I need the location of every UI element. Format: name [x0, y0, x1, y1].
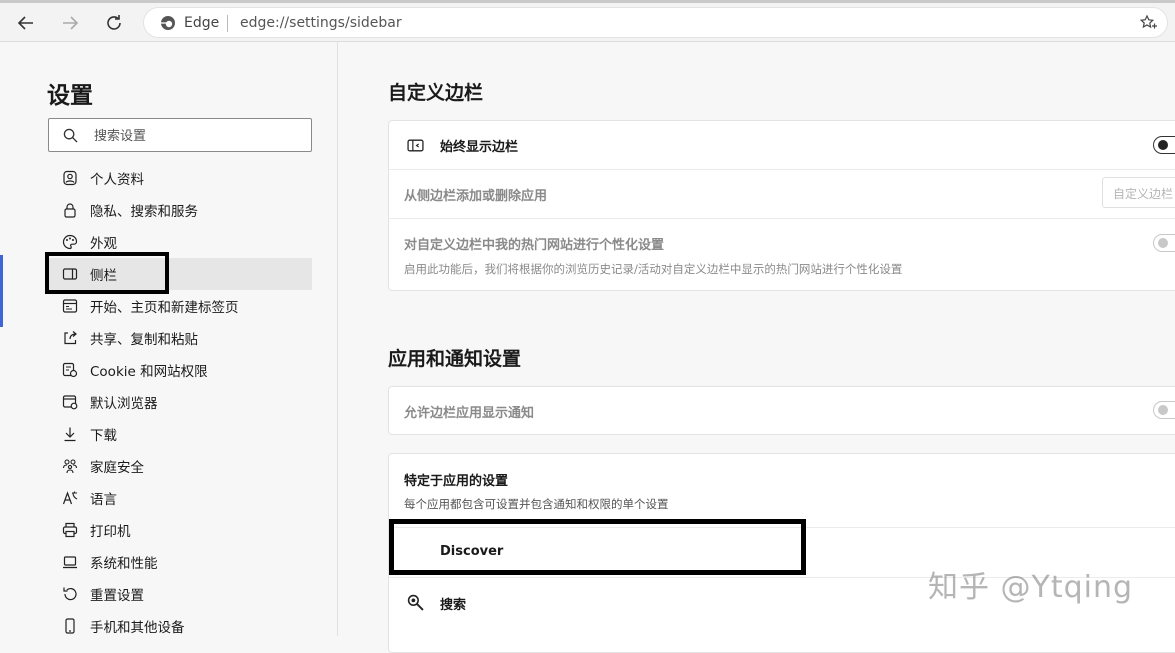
forward-button[interactable] [55, 8, 85, 38]
nav-item-system[interactable]: 系统和性能 [48, 546, 312, 578]
nav-item-label: 默认浏览器 [90, 396, 158, 412]
download-icon [61, 425, 79, 443]
lock-icon [61, 201, 79, 219]
nav-item-label: 个人资料 [90, 172, 144, 188]
browser-toolbar: Edge edge://settings/sidebar [0, 0, 1175, 42]
nav-item-family[interactable]: 家庭安全 [48, 450, 312, 482]
customize-sidebar-button[interactable]: 自定义边栏 [1102, 177, 1175, 208]
allow-notifications-row: 允许边栏应用显示通知 [389, 387, 1175, 434]
nav-item-printers[interactable]: 打印机 [48, 514, 312, 546]
annotation-box-discover [389, 519, 806, 575]
search-icon [63, 128, 78, 143]
refresh-button[interactable] [99, 8, 129, 38]
nav-item-label: 共享、复制和粘贴 [90, 332, 198, 348]
nav-item-label: 重置设置 [90, 588, 144, 604]
settings-nav: 设置 个人资料 隐私、搜索和服务 外观 侧栏 开始、主页和新建标签页 共享、复制… [0, 42, 338, 636]
phone-icon [61, 617, 79, 635]
toggle-knob [1158, 140, 1168, 150]
toggle-knob [1158, 405, 1168, 415]
url-text[interactable]: edge://settings/sidebar [240, 15, 402, 31]
personalize-label: 对自定义边栏中我的热门网站进行个性化设置 [404, 238, 665, 253]
window-edge-marker [0, 255, 3, 327]
back-button[interactable] [11, 8, 41, 38]
sidebar-toggle-icon [406, 136, 424, 154]
toggle-knob [1158, 238, 1168, 248]
palette-icon [61, 233, 79, 251]
nav-item-start-home[interactable]: 开始、主页和新建标签页 [48, 290, 312, 322]
nav-item-downloads[interactable]: 下载 [48, 418, 312, 450]
laptop-icon [61, 553, 79, 571]
always-show-toggle[interactable] [1153, 136, 1175, 154]
nav-item-default-browser[interactable]: 默认浏览器 [48, 386, 312, 418]
nav-item-share[interactable]: 共享、复制和粘贴 [48, 322, 312, 354]
app-specific-header: 特定于应用的设置 每个应用都包含可设置并包含通知和权限的单个设置 [389, 454, 1175, 528]
share-icon [61, 329, 79, 347]
profile-icon [61, 169, 79, 187]
nav-item-label: 家庭安全 [90, 460, 144, 476]
personalize-desc: 启用此功能后，我们将根据你的浏览历史记录/活动对自定义边栏中显示的热门网站进行个… [404, 262, 903, 276]
watermark-text: 知乎 @Ytqing [928, 570, 1134, 605]
section-title-apps: 应用和通知设置 [388, 348, 522, 370]
refresh-icon [107, 15, 121, 30]
settings-nav-list: 个人资料 隐私、搜索和服务 外观 侧栏 开始、主页和新建标签页 共享、复制和粘贴… [48, 162, 312, 642]
nav-item-label: Cookie 和网站权限 [90, 364, 208, 380]
edge-logo-icon [161, 16, 175, 30]
nav-item-privacy[interactable]: 隐私、搜索和服务 [48, 194, 312, 226]
personalize-toggle[interactable] [1153, 234, 1175, 252]
nav-item-reset[interactable]: 重置设置 [48, 578, 312, 610]
nav-item-label: 外观 [90, 236, 117, 252]
nav-item-label: 系统和性能 [90, 556, 158, 572]
printer-icon [61, 521, 79, 539]
language-icon [61, 489, 79, 507]
browser-brand-label: Edge [184, 15, 220, 31]
back-arrow-icon [17, 16, 33, 30]
nav-item-label: 手机和其他设备 [90, 620, 185, 636]
add-remove-label: 从侧边栏添加或删除应用 [404, 189, 548, 204]
always-show-row: 始终显示边栏 [389, 121, 1175, 170]
nav-item-cookies[interactable]: Cookie 和网站权限 [48, 354, 312, 386]
customize-sidebar-button-label: 自定义边栏 [1113, 187, 1174, 201]
add-favorite-icon[interactable] [1139, 14, 1157, 32]
address-divider [227, 15, 228, 32]
settings-title: 设置 [47, 83, 93, 109]
nav-item-label: 打印机 [90, 524, 131, 540]
nav-item-label: 下载 [90, 428, 117, 444]
allow-notifications-label: 允许边栏应用显示通知 [404, 406, 535, 421]
home-icon [61, 297, 79, 315]
settings-search[interactable] [48, 118, 312, 152]
settings-search-input[interactable] [92, 124, 296, 148]
search-icon [406, 593, 424, 611]
app-item-label: 搜索 [440, 598, 467, 613]
family-icon [61, 457, 79, 475]
forward-arrow-icon [63, 16, 79, 30]
annotation-box-sidebar-item [45, 252, 169, 294]
notifications-card: 允许边栏应用显示通知 [388, 386, 1175, 435]
app-specific-label: 特定于应用的设置 [404, 474, 509, 489]
personalize-row: 对自定义边栏中我的热门网站进行个性化设置 启用此功能后，我们将根据你的浏览历史记… [389, 219, 1175, 291]
nav-item-label: 隐私、搜索和服务 [90, 204, 198, 220]
cookie-icon [61, 361, 79, 379]
allow-notifications-toggle[interactable] [1153, 401, 1175, 419]
reset-icon [61, 585, 79, 603]
section-title-customize: 自定义边栏 [388, 82, 484, 104]
nav-item-profile[interactable]: 个人资料 [48, 162, 312, 194]
app-specific-desc: 每个应用都包含可设置并包含通知和权限的单个设置 [404, 497, 669, 511]
address-bar[interactable]: Edge edge://settings/sidebar [143, 7, 1168, 38]
always-show-label: 始终显示边栏 [440, 140, 519, 155]
add-remove-row: 从侧边栏添加或删除应用 自定义边栏 [389, 170, 1175, 219]
nav-item-label: 开始、主页和新建标签页 [90, 300, 239, 316]
nav-item-label: 语言 [90, 492, 117, 508]
browser-icon [61, 393, 79, 411]
nav-item-phone[interactable]: 手机和其他设备 [48, 610, 312, 642]
customize-card: 始终显示边栏 从侧边栏添加或删除应用 自定义边栏 对自定义边栏中我的热门网站进行… [388, 120, 1175, 291]
nav-item-language[interactable]: 语言 [48, 482, 312, 514]
